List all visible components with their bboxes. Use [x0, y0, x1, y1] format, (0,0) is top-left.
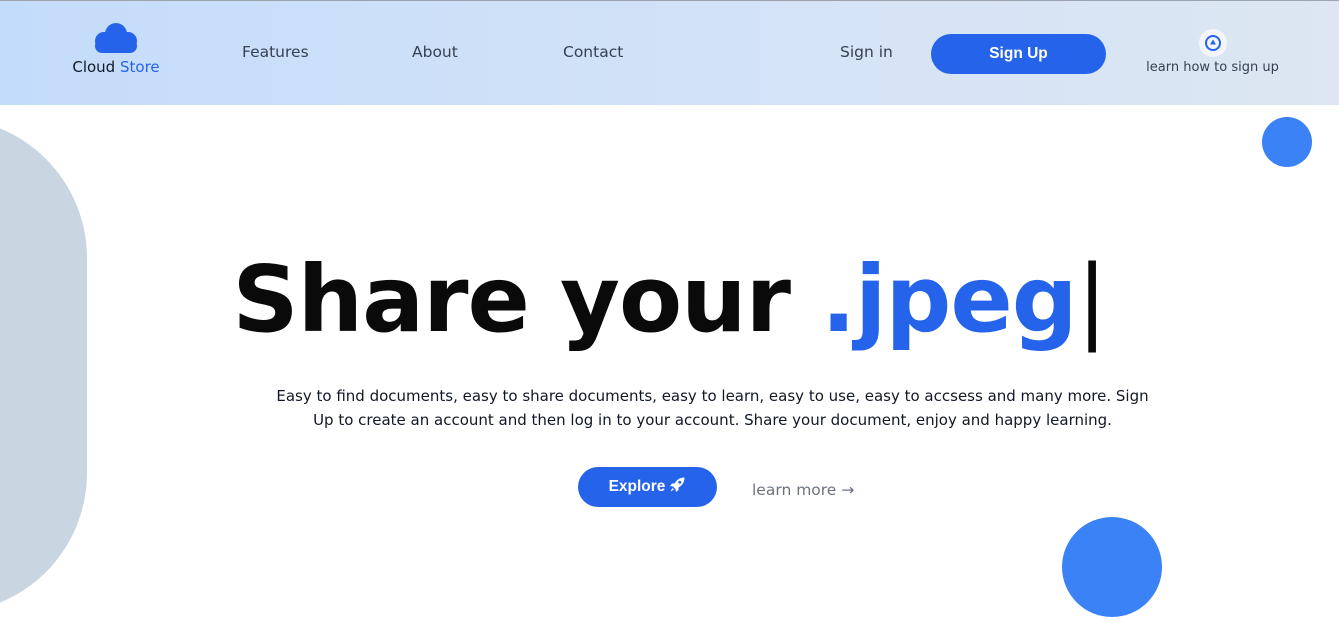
decorative-blob	[0, 118, 87, 613]
cloud-icon	[95, 23, 137, 53]
how-to-sign-up[interactable]: learn how to sign up	[1140, 29, 1285, 75]
decorative-circle-small	[1262, 117, 1312, 167]
brand-name-part2: Store	[119, 58, 160, 76]
hero-description: Easy to find documents, easy to share do…	[276, 387, 1149, 429]
explore-button[interactable]: Explore	[578, 467, 717, 507]
typing-caret: |	[1076, 246, 1108, 353]
nav-about-link[interactable]: About	[412, 43, 458, 61]
learn-more-link[interactable]: learn more →	[752, 481, 854, 499]
nav-contact-link[interactable]: Contact	[563, 43, 623, 61]
brand-logo[interactable]: Cloud Store	[66, 21, 166, 87]
hero-title: Share your .jpeg|	[0, 245, 1339, 355]
how-to-sign-up-label: learn how to sign up	[1146, 60, 1279, 75]
sign-in-link[interactable]: Sign in	[840, 43, 893, 61]
hero-title-prefix: Share your	[232, 246, 822, 353]
brand-name-part1: Cloud	[72, 58, 116, 76]
explore-label: Explore	[608, 478, 666, 495]
hero-title-extension: .jpeg	[821, 246, 1078, 353]
decorative-circle-large	[1062, 517, 1162, 617]
navbar: Cloud Store Features About Contact Sign …	[0, 0, 1339, 105]
nav-features-link[interactable]: Features	[242, 43, 309, 61]
rocket-icon	[670, 477, 685, 492]
sign-up-button[interactable]: Sign Up	[931, 34, 1106, 74]
up-arrow-circle-icon	[1198, 29, 1227, 57]
page: Cloud Store Features About Contact Sign …	[0, 0, 1339, 641]
brand-name: Cloud Store	[66, 58, 166, 76]
